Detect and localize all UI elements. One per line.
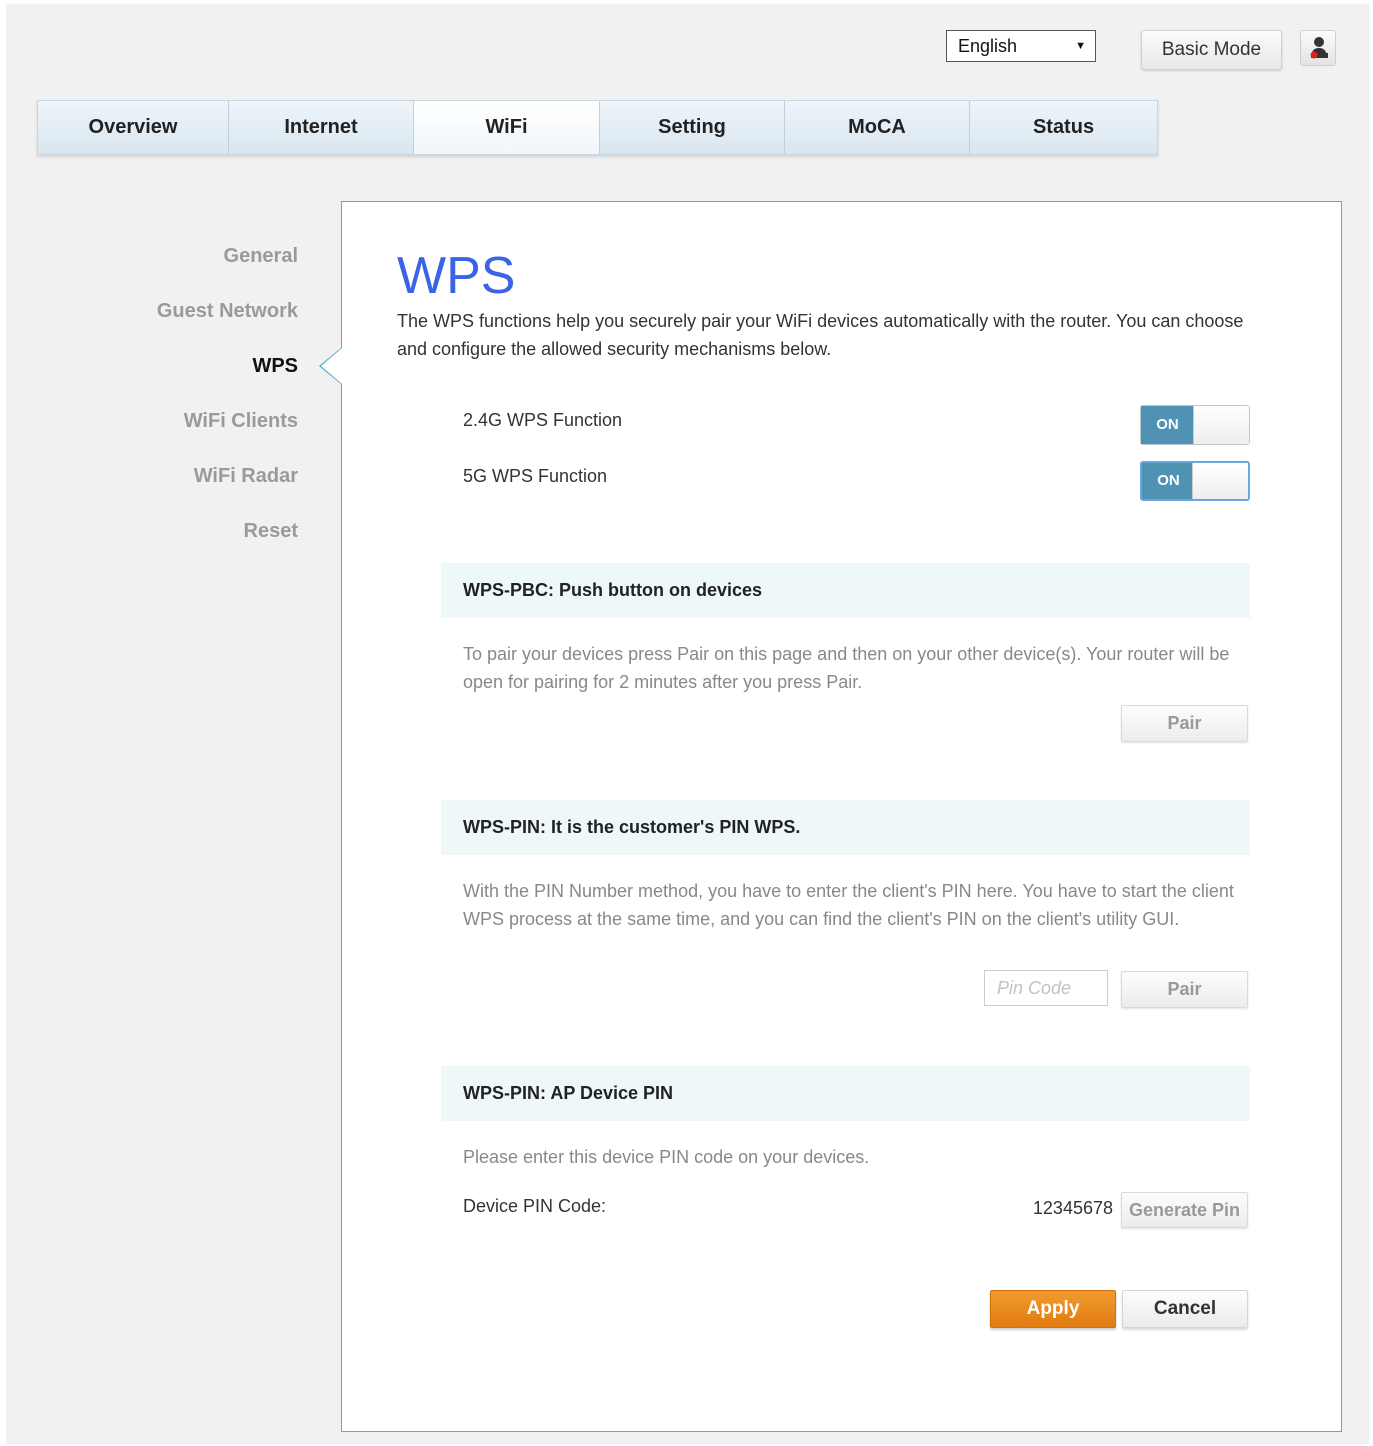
sidebar-item-wifi-radar[interactable]: WiFi Radar — [40, 460, 298, 515]
page-title: WPS — [397, 247, 516, 305]
sidebar-item-reset[interactable]: Reset — [40, 515, 298, 570]
pin-section-heading: WPS-PIN: It is the customer's PIN WPS. — [441, 800, 1250, 855]
apply-button[interactable]: Apply — [990, 1290, 1116, 1328]
wps-5g-toggle[interactable]: ON — [1140, 461, 1250, 501]
toggle-on-label: ON — [1141, 406, 1194, 444]
wps-24g-toggle[interactable]: ON — [1140, 405, 1250, 445]
pin-pair-button[interactable]: Pair — [1121, 971, 1248, 1008]
toggle-knob — [1192, 463, 1248, 499]
language-select[interactable]: English ▼ — [946, 30, 1096, 62]
pbc-section-heading: WPS-PBC: Push button on devices — [441, 563, 1250, 618]
wps-5g-label: 5G WPS Function — [463, 466, 608, 486]
toggle-knob — [1193, 406, 1249, 444]
pin-section-text: With the PIN Number method, you have to … — [463, 881, 1234, 929]
active-item-pointer-fill — [321, 348, 342, 384]
tab-wifi[interactable]: WiFi — [414, 101, 600, 154]
tab-setting[interactable]: Setting — [600, 101, 785, 154]
cancel-button[interactable]: Cancel — [1122, 1290, 1248, 1328]
tab-internet[interactable]: Internet — [229, 101, 414, 154]
sidebar: General Guest Network WPS WiFi Clients W… — [40, 240, 298, 570]
pin-code-input[interactable] — [984, 970, 1108, 1006]
sidebar-item-guest-network[interactable]: Guest Network — [40, 295, 298, 350]
device-pin-label: Device PIN Code: — [463, 1196, 607, 1216]
main-nav: Overview Internet WiFi Setting MoCA Stat… — [37, 100, 1158, 155]
device-pin-value: 12345678 — [1032, 1198, 1113, 1218]
language-selected: English — [958, 36, 1018, 56]
pbc-section-text: To pair your devices press Pair on this … — [463, 644, 1230, 692]
ap-pin-section-text: Please enter this device PIN code on you… — [463, 1147, 870, 1167]
sidebar-item-general[interactable]: General — [40, 240, 298, 295]
tab-overview[interactable]: Overview — [38, 101, 229, 154]
generate-pin-button[interactable]: Generate Pin — [1121, 1192, 1248, 1228]
pbc-pair-button[interactable]: Pair — [1121, 705, 1248, 742]
page-intro: The WPS functions help you securely pair… — [397, 311, 1244, 359]
tab-status[interactable]: Status — [970, 101, 1157, 154]
sidebar-item-wps[interactable]: WPS — [40, 350, 298, 405]
user-button[interactable] — [1300, 30, 1336, 66]
ap-pin-section-heading: WPS-PIN: AP Device PIN — [441, 1066, 1250, 1121]
basic-mode-button[interactable]: Basic Mode — [1141, 30, 1282, 70]
user-icon — [1310, 37, 1328, 59]
tab-moca[interactable]: MoCA — [785, 101, 970, 154]
wps-24g-label: 2.4G WPS Function — [463, 410, 623, 430]
dropdown-arrow-icon: ▼ — [1075, 40, 1086, 52]
toggle-on-label: ON — [1142, 463, 1195, 499]
sidebar-item-wifi-clients[interactable]: WiFi Clients — [40, 405, 298, 460]
